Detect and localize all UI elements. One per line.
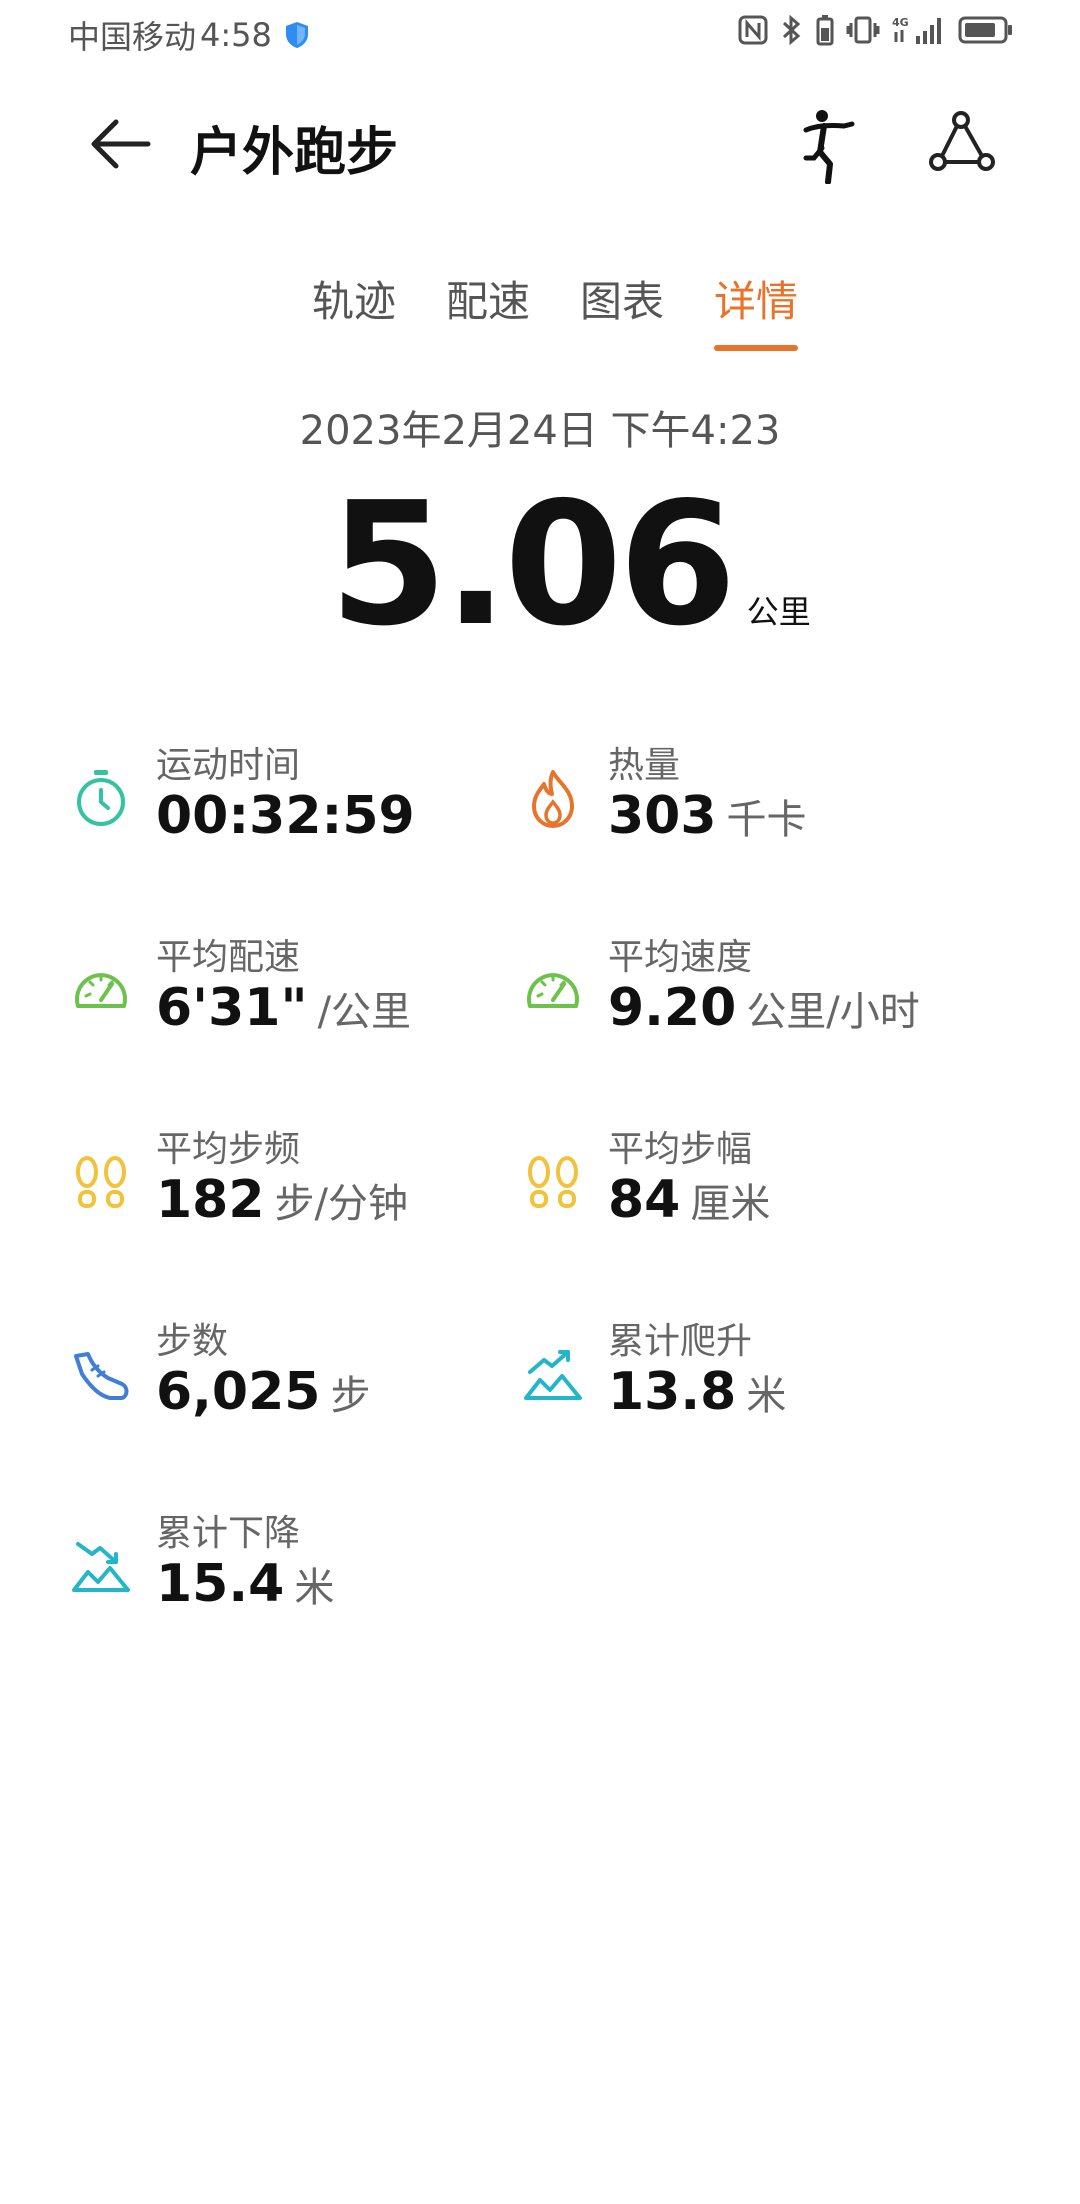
metric-unit: 步/分钟 <box>274 1181 409 1227</box>
metric-value-row: 13.8 米 <box>608 1362 786 1422</box>
metric-value: 303 <box>608 786 717 846</box>
speedometer-icon <box>527 973 579 1008</box>
metric-value-row: 6,025 步 <box>156 1362 370 1422</box>
battery-saver-icon <box>816 15 834 46</box>
descent-icon <box>72 1542 130 1592</box>
metric-unit: /公里 <box>317 989 412 1035</box>
metric-label: 累计爬升 <box>608 1321 753 1362</box>
metric-label: 平均步幅 <box>608 1129 753 1170</box>
metric-value: 6'31" <box>156 978 308 1038</box>
bluetooth-icon <box>782 14 801 46</box>
vibrate-icon <box>846 16 880 44</box>
metric-value: 00:32:59 <box>156 786 415 846</box>
status-icons: 4G <box>738 14 1014 46</box>
tab-bar: 轨迹 配速 图表 详情 <box>0 268 1080 351</box>
tab-details[interactable]: 详情 <box>714 268 799 351</box>
metric-label: 热量 <box>608 745 681 786</box>
back-arrow-icon[interactable] <box>86 114 156 174</box>
metric-label: 步数 <box>156 1321 229 1362</box>
metric-label: 平均速度 <box>608 937 753 978</box>
metric-avg-cadence: 平均步频 182 步/分钟 <box>70 1120 510 1250</box>
metric-elevation-gain: 累计爬升 13.8 米 <box>522 1312 962 1442</box>
metric-calories: 热量 303 千卡 <box>522 736 962 866</box>
metric-value-row: 182 步/分钟 <box>156 1170 408 1230</box>
distance-summary: 5.06 公里 <box>0 480 1080 650</box>
footprints-icon <box>528 1156 578 1208</box>
metric-label: 累计下降 <box>156 1513 301 1554</box>
shield-icon <box>285 22 308 48</box>
metric-value: 9.20 <box>608 978 737 1038</box>
metric-avg-pace: 平均配速 6'31" /公里 <box>70 928 510 1058</box>
tab-pace[interactable]: 配速 <box>446 268 530 351</box>
tab-track[interactable]: 轨迹 <box>312 268 396 351</box>
metric-avg-stride: 平均步幅 84 厘米 <box>522 1120 962 1250</box>
stopwatch-icon <box>77 770 125 826</box>
signal-4g-icon: 4G <box>892 16 941 44</box>
footprints-icon <box>76 1156 126 1208</box>
metric-value: 182 <box>156 1170 265 1230</box>
metric-value-row: 303 千卡 <box>608 786 807 846</box>
distance-value: 5.06 <box>329 466 736 664</box>
metric-unit: 厘米 <box>690 1181 771 1227</box>
distance-unit: 公里 <box>746 593 811 631</box>
carrier-name: 中国移动 <box>68 18 197 56</box>
metric-value-row: 6'31" /公里 <box>156 978 411 1038</box>
route-share-icon[interactable] <box>926 110 996 176</box>
metric-value-row: 84 厘米 <box>608 1170 770 1230</box>
metric-label: 平均步频 <box>156 1129 301 1170</box>
speedometer-icon <box>75 973 127 1008</box>
battery-icon <box>958 16 1012 44</box>
app-header: 户外跑步 <box>0 90 1080 200</box>
metric-label: 运动时间 <box>156 745 301 786</box>
metric-value-row: 00:32:59 <box>156 786 425 846</box>
metric-unit: 米 <box>746 1373 787 1419</box>
status-time: 4:58 <box>200 16 272 54</box>
metric-value: 84 <box>608 1170 681 1230</box>
metric-value: 13.8 <box>608 1362 737 1422</box>
metric-steps: 步数 6,025 步 <box>70 1312 510 1442</box>
workout-detail-page: 中国移动 4:58 4G 户外跑步 轨迹 配速 图表 详情 2023年2月24日… <box>0 0 1080 2204</box>
metric-value-row: 9.20 公里/小时 <box>608 978 920 1038</box>
page-title: 户外跑步 <box>190 123 399 183</box>
svg-text:4G: 4G <box>892 16 909 29</box>
metric-unit: 步 <box>330 1373 371 1419</box>
nfc-icon <box>738 15 768 45</box>
metric-avg-speed: 平均速度 9.20 公里/小时 <box>522 928 962 1058</box>
shoe-icon <box>74 1352 129 1400</box>
runner-icon[interactable] <box>800 108 856 184</box>
metric-unit: 公里/小时 <box>746 989 920 1035</box>
metric-elevation-loss: 累计下降 15.4 米 <box>70 1504 510 1634</box>
status-bar: 中国移动 4:58 4G <box>0 0 1080 66</box>
metric-label: 平均配速 <box>156 937 301 978</box>
metric-value: 15.4 <box>156 1554 285 1614</box>
status-left: 中国移动 4:58 <box>68 12 310 58</box>
metric-unit: 千卡 <box>726 797 807 843</box>
metric-value-row: 15.4 米 <box>156 1554 334 1614</box>
workout-date: 2023年2月24日 下午4:23 <box>299 408 781 454</box>
metric-value: 6,025 <box>156 1362 321 1422</box>
climb-icon <box>524 1350 582 1400</box>
metric-unit: 米 <box>294 1565 335 1611</box>
flame-icon <box>532 770 574 828</box>
metric-duration: 运动时间 00:32:59 <box>70 736 510 866</box>
tab-charts[interactable]: 图表 <box>580 268 664 351</box>
